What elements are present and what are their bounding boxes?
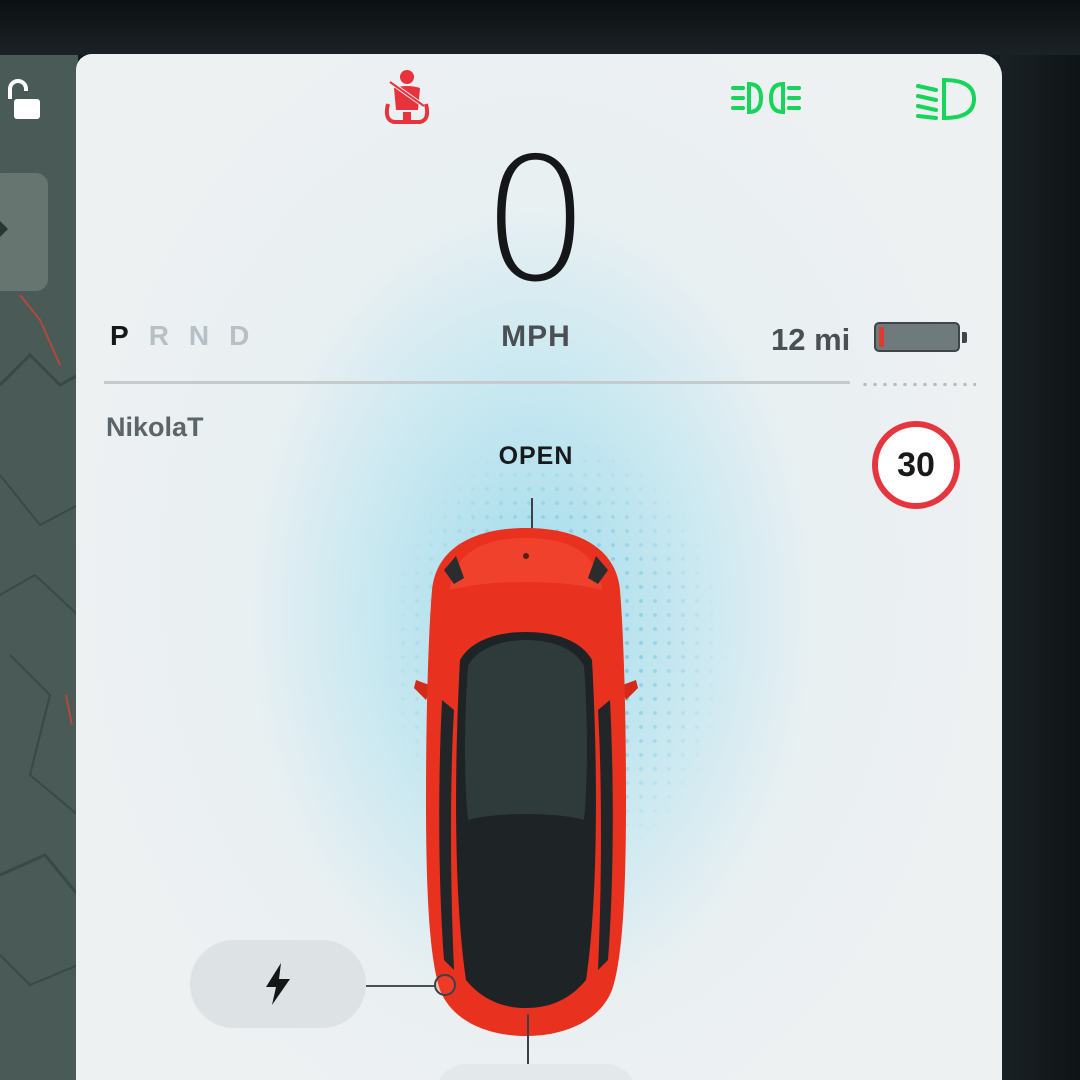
status-divider-dots <box>860 383 976 386</box>
driver-profile[interactable]: NikolaT <box>106 412 204 443</box>
screen-bezel-top <box>0 0 1080 55</box>
daytime-running-lights-icon <box>731 78 801 118</box>
status-divider <box>104 381 850 384</box>
speed-readout: 0 <box>481 122 591 320</box>
screen-bezel-right <box>1000 55 1080 1080</box>
chevron-right-icon <box>0 219 8 239</box>
charge-port-button[interactable] <box>190 940 366 1028</box>
gear-r: R <box>148 320 169 351</box>
frunk-status-label[interactable]: OPEN <box>456 442 616 471</box>
range-readout: 12 mi <box>771 322 851 357</box>
map-view[interactable] <box>0 55 78 1080</box>
charge-port-marker <box>434 974 456 996</box>
gear-p: P <box>110 320 129 351</box>
charge-port-callout-line <box>366 985 436 987</box>
speed-limit-sign: 30 <box>872 421 960 509</box>
gear-n: N <box>188 320 210 351</box>
bottom-control-button[interactable] <box>436 1064 636 1080</box>
battery-icon <box>874 322 967 352</box>
gear-selector: P R N D <box>110 320 249 356</box>
speed-unit: MPH <box>501 320 571 353</box>
battery-level <box>879 327 884 347</box>
speed-limit-value: 30 <box>897 445 935 484</box>
gear-d: D <box>229 320 250 351</box>
car-top-view <box>414 520 638 1040</box>
battery-tip <box>962 332 967 343</box>
instrument-cluster: 0 MPH P R N D 12 mi NikolaT 30 OPEN <box>76 54 1002 1080</box>
unlocked-padlock-icon[interactable] <box>4 77 44 123</box>
navigation-button[interactable] <box>0 173 48 291</box>
lightning-bolt-icon <box>266 963 290 1005</box>
low-beam-headlights-icon <box>914 74 978 124</box>
seatbelt-warning-icon <box>380 68 434 126</box>
